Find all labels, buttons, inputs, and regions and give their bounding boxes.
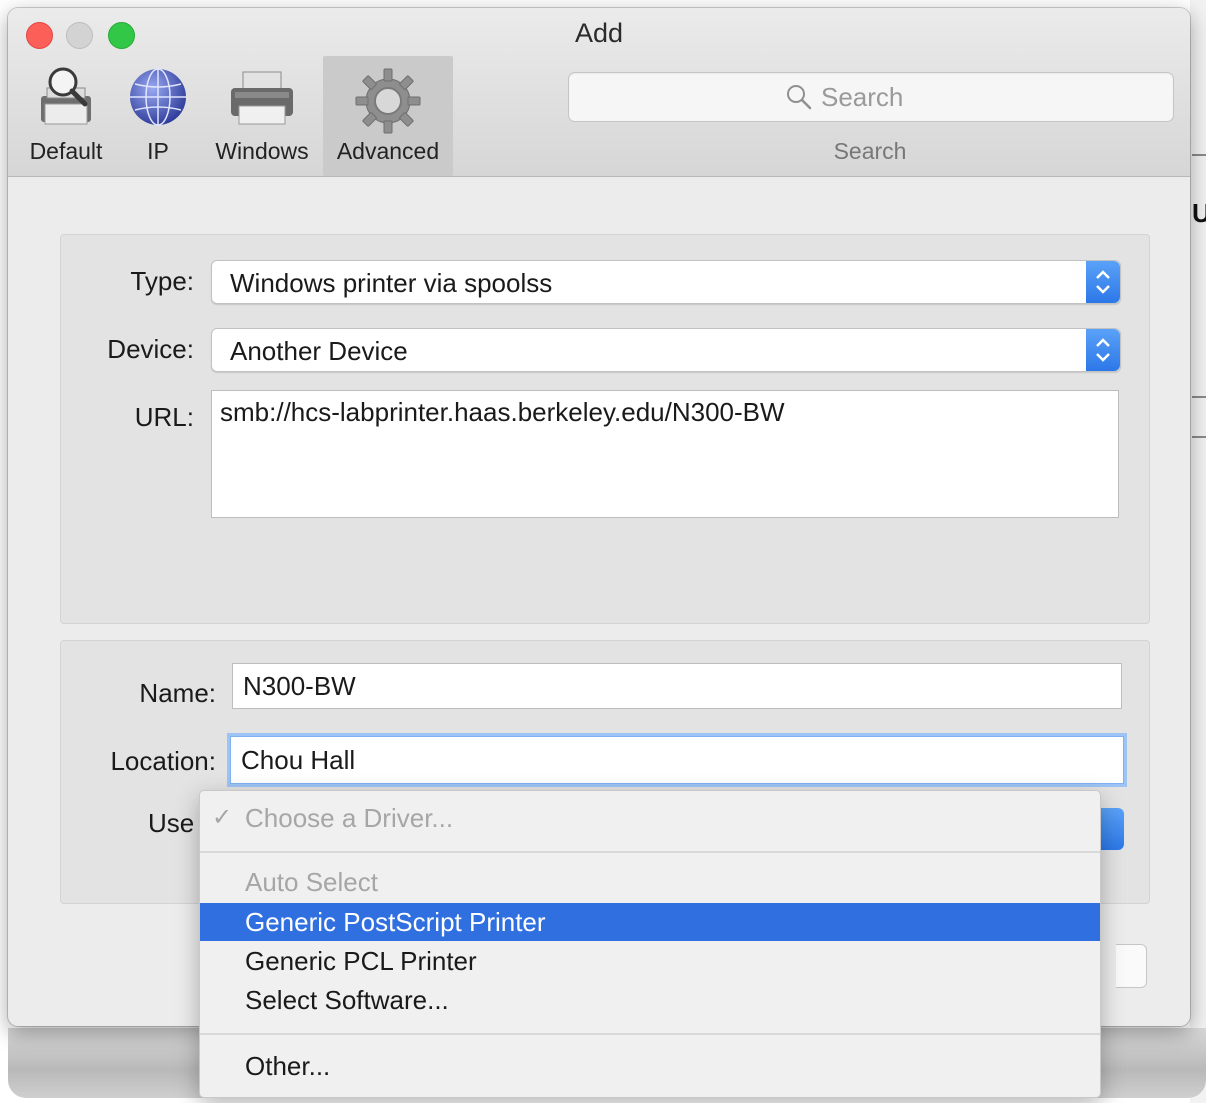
type-popup[interactable]: Windows printer via spoolss (211, 260, 1121, 304)
background-window-text: U (1192, 198, 1206, 228)
use-popup-stepper[interactable] (1100, 808, 1124, 850)
device-value: Another Device (230, 336, 408, 366)
search-field[interactable] (568, 72, 1174, 122)
menu-item-other[interactable]: Other... (200, 1047, 1100, 1085)
menu-separator (200, 851, 1100, 853)
globe-icon (127, 66, 189, 133)
popup-stepper (1086, 329, 1120, 371)
default-printer-icon (33, 66, 99, 137)
background-divider (1192, 154, 1206, 156)
name-label: Name: (139, 678, 216, 708)
add-button[interactable] (1116, 944, 1147, 988)
menu-item-label: Other... (245, 1051, 331, 1081)
menu-item-generic-pcl[interactable]: Generic PCL Printer (200, 942, 1100, 980)
menu-item-label: Select Software... (245, 985, 449, 1015)
menu-item-label: Choose a Driver... (245, 803, 454, 833)
toolbar-item-windows[interactable]: Windows (208, 56, 316, 176)
search-icon (785, 83, 813, 116)
location-field[interactable] (230, 736, 1124, 784)
toolbar-label: Windows (215, 138, 309, 164)
device-popup[interactable]: Another Device (211, 328, 1121, 372)
chevron-updown-icon (1096, 270, 1110, 294)
toolbar-label: IP (147, 138, 169, 164)
url-field[interactable]: smb://hcs-labprinter.haas.berkeley.edu/N… (211, 390, 1119, 518)
menu-item-choose-driver[interactable]: ✓ Choose a Driver... (200, 799, 1100, 837)
type-label: Type: (130, 266, 194, 296)
title-bar: Add Default IP Windows Advanced Search S… (8, 8, 1190, 177)
checkmark-icon: ✓ (212, 804, 233, 831)
menu-item-select-software[interactable]: Select Software... (200, 981, 1100, 1019)
search-caption: Search (833, 138, 907, 164)
menu-item-label: Generic PCL Printer (245, 946, 477, 976)
url-label: URL: (134, 402, 194, 432)
menu-separator (200, 1033, 1100, 1035)
toolbar-item-advanced[interactable]: Advanced (323, 56, 453, 176)
chevron-updown-icon (1096, 338, 1110, 362)
gear-icon (353, 66, 423, 141)
toolbar-label: Advanced (336, 138, 440, 164)
driver-menu: ✓ Choose a Driver... Auto Select Generic… (199, 790, 1101, 1098)
background-window-edge (1190, 0, 1206, 1103)
menu-item-auto-select[interactable]: Auto Select (200, 863, 1100, 901)
search-input[interactable] (819, 79, 1143, 115)
toolbar-item-default[interactable]: Default (20, 56, 112, 176)
toolbar-label: Default (29, 138, 103, 164)
name-field[interactable] (232, 663, 1122, 709)
toolbar-item-ip[interactable]: IP (122, 56, 194, 176)
menu-item-label: Auto Select (245, 867, 378, 897)
windows-printer-icon (227, 66, 297, 133)
menu-item-generic-postscript[interactable]: Generic PostScript Printer (200, 903, 1100, 941)
background-divider (1192, 436, 1206, 438)
device-label: Device: (107, 334, 194, 364)
popup-stepper (1086, 261, 1120, 303)
window-title: Add (574, 18, 624, 48)
background-divider (1192, 396, 1206, 398)
type-value: Windows printer via spoolss (230, 268, 553, 298)
menu-item-label: Generic PostScript Printer (245, 907, 546, 937)
location-label: Location: (110, 746, 216, 776)
